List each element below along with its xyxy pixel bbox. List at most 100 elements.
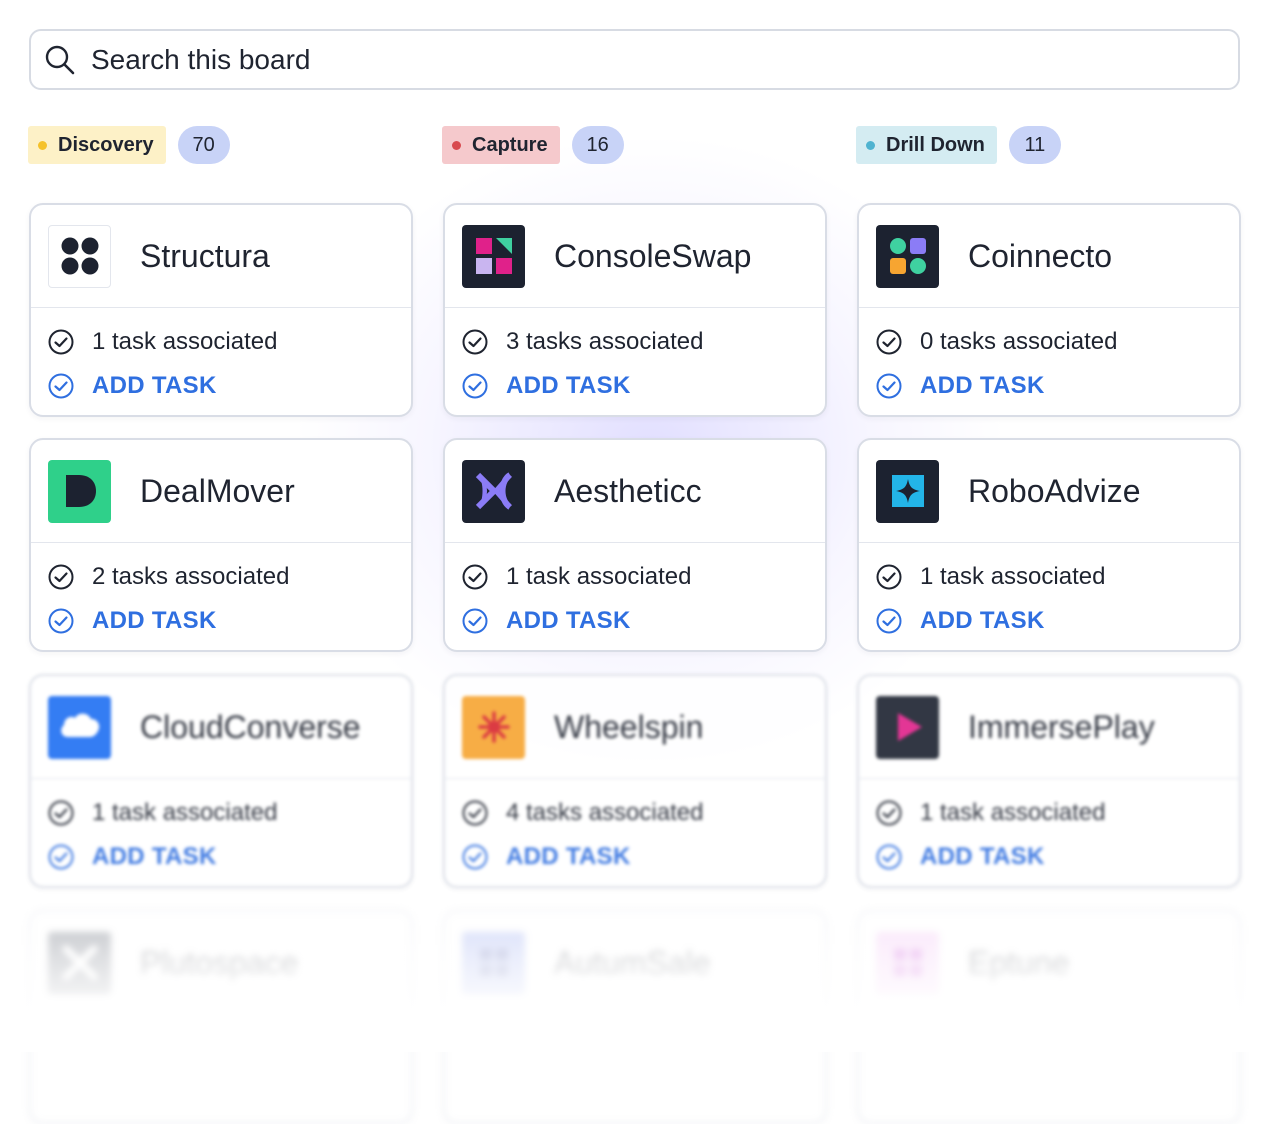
card-header: ConsoleSwap: [445, 205, 825, 308]
check-circle-icon: [875, 563, 903, 591]
add-task-button[interactable]: ADD TASK: [31, 835, 411, 879]
count-badge: 11: [1008, 126, 1061, 164]
status-dot: [452, 140, 461, 150]
column-header-discovery: Discovery 70: [28, 126, 230, 164]
stage-label: Discovery: [58, 133, 154, 156]
task-count: 2 tasks associated: [92, 563, 290, 590]
company-name: Structura: [140, 237, 270, 274]
eptune-logo-icon: [876, 931, 939, 995]
company-name: Coinnecto: [968, 237, 1113, 274]
autumsale-logo-icon: [462, 931, 525, 995]
deal-card-eptune[interactable]: Eptune: [857, 910, 1241, 1124]
deal-card-aestheticc[interactable]: Aestheticc 1 task associated ADD TASK: [443, 438, 827, 652]
company-name: Wheelspin: [554, 708, 704, 745]
check-circle-add-icon: [875, 607, 903, 635]
add-task-button[interactable]: ADD TASK: [445, 835, 825, 879]
company-name: RoboAdvize: [968, 472, 1141, 509]
column-header-capture: Capture 16: [442, 126, 624, 164]
count-badge: 16: [571, 126, 624, 164]
add-task-label: ADD TASK: [92, 607, 217, 634]
task-count: 1 task associated: [506, 563, 692, 590]
card-header: AutumSale: [445, 912, 825, 1015]
structura-logo-icon: [48, 224, 111, 288]
deal-card-autumsale[interactable]: AutumSale: [443, 910, 827, 1124]
deal-card-wheelspin[interactable]: Wheelspin 4 tasks associated ADD TASK: [443, 674, 827, 888]
deal-card-immerseplay[interactable]: ImmersePlay 1 task associated ADD TASK: [857, 674, 1241, 888]
task-count: 1 task associated: [92, 799, 278, 826]
company-name: CloudConverse: [140, 708, 361, 745]
task-count: 1 task associated: [920, 799, 1106, 826]
roboadvize-logo-icon: [876, 459, 939, 523]
task-count-row: 4 tasks associated: [445, 791, 825, 835]
dealmover-logo-icon: [48, 459, 111, 523]
card-header: Wheelspin: [445, 676, 825, 779]
cloudconverse-logo-icon: [48, 695, 111, 759]
deal-card-consoleswap[interactable]: ConsoleSwap 3 tasks associated ADD TASK: [443, 203, 827, 417]
check-circle-add-icon: [461, 607, 489, 635]
task-count-row: 2 tasks associated: [31, 555, 411, 599]
deal-card-roboadvize[interactable]: RoboAdvize 1 task associated ADD TASK: [857, 438, 1241, 652]
add-task-button[interactable]: ADD TASK: [31, 364, 411, 408]
deal-card-plutospace[interactable]: Plutospace: [29, 910, 413, 1124]
deal-card-cloudconverse[interactable]: CloudConverse 1 task associated ADD TASK: [29, 674, 413, 888]
immerseplay-logo-icon: [876, 695, 939, 759]
add-task-button[interactable]: ADD TASK: [445, 599, 825, 643]
deal-card-coinnecto[interactable]: Coinnecto 0 tasks associated ADD TASK: [857, 203, 1241, 417]
stage-tag-capture[interactable]: Capture: [442, 126, 560, 164]
add-task-label: ADD TASK: [920, 372, 1045, 399]
task-count-row: 1 task associated: [859, 791, 1239, 835]
task-count: 4 tasks associated: [506, 799, 704, 826]
add-task-button[interactable]: ADD TASK: [859, 364, 1239, 408]
company-name: Plutospace: [140, 944, 299, 981]
deal-card-dealmover[interactable]: DealMover 2 tasks associated ADD TASK: [29, 438, 413, 652]
plutospace-logo-icon: [48, 931, 111, 995]
card-header: CloudConverse: [31, 676, 411, 779]
task-count: 0 tasks associated: [920, 328, 1118, 355]
status-dot: [38, 140, 47, 150]
deal-card-structura[interactable]: Structura 1 task associated ADD TASK: [29, 203, 413, 417]
add-task-button[interactable]: ADD TASK: [445, 364, 825, 408]
stage-tag-drill-down[interactable]: Drill Down: [856, 126, 997, 164]
task-count-row: 1 task associated: [445, 555, 825, 599]
count-badge: 70: [177, 126, 230, 164]
add-task-label: ADD TASK: [506, 843, 631, 870]
add-task-label: ADD TASK: [506, 372, 631, 399]
card-header: RoboAdvize: [859, 440, 1239, 543]
stage-tag-discovery[interactable]: Discovery: [28, 126, 166, 164]
add-task-button[interactable]: ADD TASK: [859, 835, 1239, 879]
card-header: Coinnecto: [859, 205, 1239, 308]
task-count-row: 1 task associated: [31, 791, 411, 835]
card-header: DealMover: [31, 440, 411, 543]
check-circle-icon: [461, 563, 489, 591]
check-circle-icon: [875, 328, 903, 356]
search-input[interactable]: [89, 42, 1238, 77]
company-name: Eptune: [968, 944, 1070, 981]
card-header: Aestheticc: [445, 440, 825, 543]
coinnecto-logo-icon: [876, 224, 939, 288]
task-count: 1 task associated: [92, 328, 278, 355]
check-circle-icon: [47, 563, 75, 591]
task-count-row: 0 tasks associated: [859, 320, 1239, 364]
check-circle-icon: [47, 799, 75, 827]
company-name: Aestheticc: [554, 472, 702, 509]
add-task-label: ADD TASK: [92, 843, 217, 870]
search-bar[interactable]: [29, 29, 1240, 90]
card-header: ImmersePlay: [859, 676, 1239, 779]
add-task-label: ADD TASK: [92, 372, 217, 399]
add-task-label: ADD TASK: [920, 843, 1045, 870]
add-task-label: ADD TASK: [920, 607, 1045, 634]
check-circle-icon: [47, 328, 75, 356]
check-circle-add-icon: [875, 843, 903, 871]
check-circle-add-icon: [875, 372, 903, 400]
stage-label: Drill Down: [886, 133, 985, 156]
check-circle-icon: [461, 799, 489, 827]
check-circle-icon: [461, 328, 489, 356]
search-icon: [43, 43, 77, 77]
check-circle-icon: [875, 799, 903, 827]
task-count-row: 3 tasks associated: [445, 320, 825, 364]
company-name: ConsoleSwap: [554, 237, 752, 274]
wheelspin-logo-icon: [462, 695, 525, 759]
add-task-button[interactable]: ADD TASK: [31, 599, 411, 643]
task-count: 1 task associated: [920, 563, 1106, 590]
add-task-button[interactable]: ADD TASK: [859, 599, 1239, 643]
